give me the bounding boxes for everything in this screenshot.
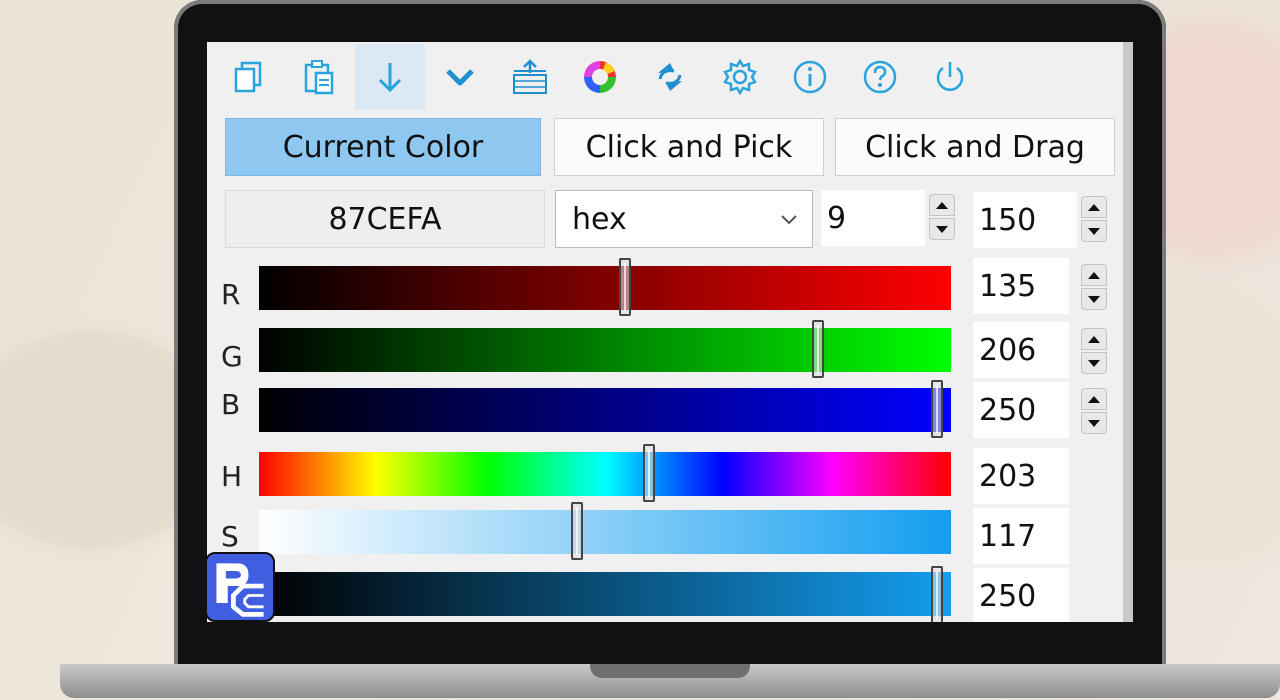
saturation-slider[interactable]: [259, 510, 951, 554]
color-picker-window: Current Color Click and Pick Click and D…: [207, 42, 1133, 622]
paste-button[interactable]: [285, 44, 355, 110]
red-slider-handle[interactable]: [619, 258, 632, 316]
chevron-down-icon: [781, 215, 797, 225]
red-stepper[interactable]: [1075, 260, 1111, 316]
stepper-up-button[interactable]: [929, 194, 955, 216]
screen-pick-button[interactable]: [495, 44, 565, 110]
apply-button[interactable]: [355, 44, 425, 110]
red-value-input[interactable]: 135: [973, 258, 1069, 314]
format-select-value: hex: [572, 201, 627, 237]
copy-icon: [234, 61, 262, 93]
stepper-down-button[interactable]: [1081, 412, 1107, 434]
hue-slider[interactable]: [259, 452, 951, 496]
precision-stepper[interactable]: [923, 190, 959, 246]
green-stepper[interactable]: [1075, 324, 1111, 380]
stepper-up-button[interactable]: [1081, 328, 1107, 350]
value-value-input[interactable]: 250: [973, 568, 1069, 622]
watermark-logo: [205, 552, 275, 622]
arrow-down-icon: [378, 63, 402, 93]
format-select[interactable]: hex: [555, 190, 813, 248]
hex-value-field[interactable]: 87CEFA: [225, 190, 545, 248]
power-icon: [936, 62, 964, 91]
gear-icon: [723, 58, 757, 96]
scrollbar[interactable]: [1123, 42, 1133, 622]
saturation-value-input[interactable]: 117: [973, 508, 1069, 564]
help-button[interactable]: [845, 44, 915, 110]
settings-button[interactable]: [705, 44, 775, 110]
current-color-button[interactable]: Current Color: [225, 118, 541, 176]
swap-icon: [658, 63, 682, 91]
stepper-up-button[interactable]: [1081, 264, 1107, 286]
value-slider-handle[interactable]: [931, 566, 944, 622]
green-slider-handle[interactable]: [812, 320, 825, 378]
laptop-notch: [590, 664, 750, 678]
blue-slider[interactable]: [259, 388, 951, 432]
blue-value-input[interactable]: 250: [973, 382, 1069, 438]
swap-button[interactable]: [635, 44, 705, 110]
channel-label-h: H: [221, 460, 243, 493]
blue-stepper[interactable]: [1075, 384, 1111, 440]
click-and-drag-button[interactable]: Click and Drag: [835, 118, 1115, 176]
toolbar: [215, 44, 975, 110]
screen-picker-icon: [513, 59, 547, 94]
expand-button[interactable]: [425, 44, 495, 110]
blue-slider-handle[interactable]: [931, 380, 944, 438]
green-value-input[interactable]: 206: [973, 322, 1069, 378]
stepper-up-button[interactable]: [1081, 388, 1107, 410]
logo-icon: [216, 563, 264, 617]
hue-slider-handle[interactable]: [643, 444, 656, 502]
size-stepper[interactable]: [1075, 192, 1111, 248]
color-wheel-icon: [584, 61, 616, 93]
stepper-down-button[interactable]: [929, 218, 955, 240]
click-and-pick-button[interactable]: Click and Pick: [554, 118, 824, 176]
paste-icon: [304, 60, 334, 95]
stepper-down-button[interactable]: [1081, 352, 1107, 374]
channel-label-s: S: [221, 520, 239, 553]
stepper-up-button[interactable]: [1081, 196, 1107, 218]
green-slider[interactable]: [259, 328, 951, 372]
precision-input[interactable]: 9: [821, 190, 925, 246]
stepper-down-button[interactable]: [1081, 288, 1107, 310]
info-button[interactable]: [775, 44, 845, 110]
stepper-down-button[interactable]: [1081, 220, 1107, 242]
hue-value-input[interactable]: 203: [973, 448, 1069, 504]
channel-label-b: B: [221, 388, 241, 421]
copy-button[interactable]: [215, 44, 285, 110]
saturation-slider-handle[interactable]: [570, 502, 583, 560]
quit-button[interactable]: [915, 44, 985, 110]
channel-label-g: G: [221, 340, 243, 373]
red-slider[interactable]: [259, 266, 951, 310]
channel-label-r: R: [221, 278, 241, 311]
chevron-down-icon: [446, 69, 474, 86]
color-wheel-button[interactable]: [565, 44, 635, 110]
help-icon: [863, 60, 897, 94]
info-icon: [793, 60, 827, 94]
size-input[interactable]: 150: [973, 192, 1077, 248]
value-slider[interactable]: [259, 572, 951, 616]
